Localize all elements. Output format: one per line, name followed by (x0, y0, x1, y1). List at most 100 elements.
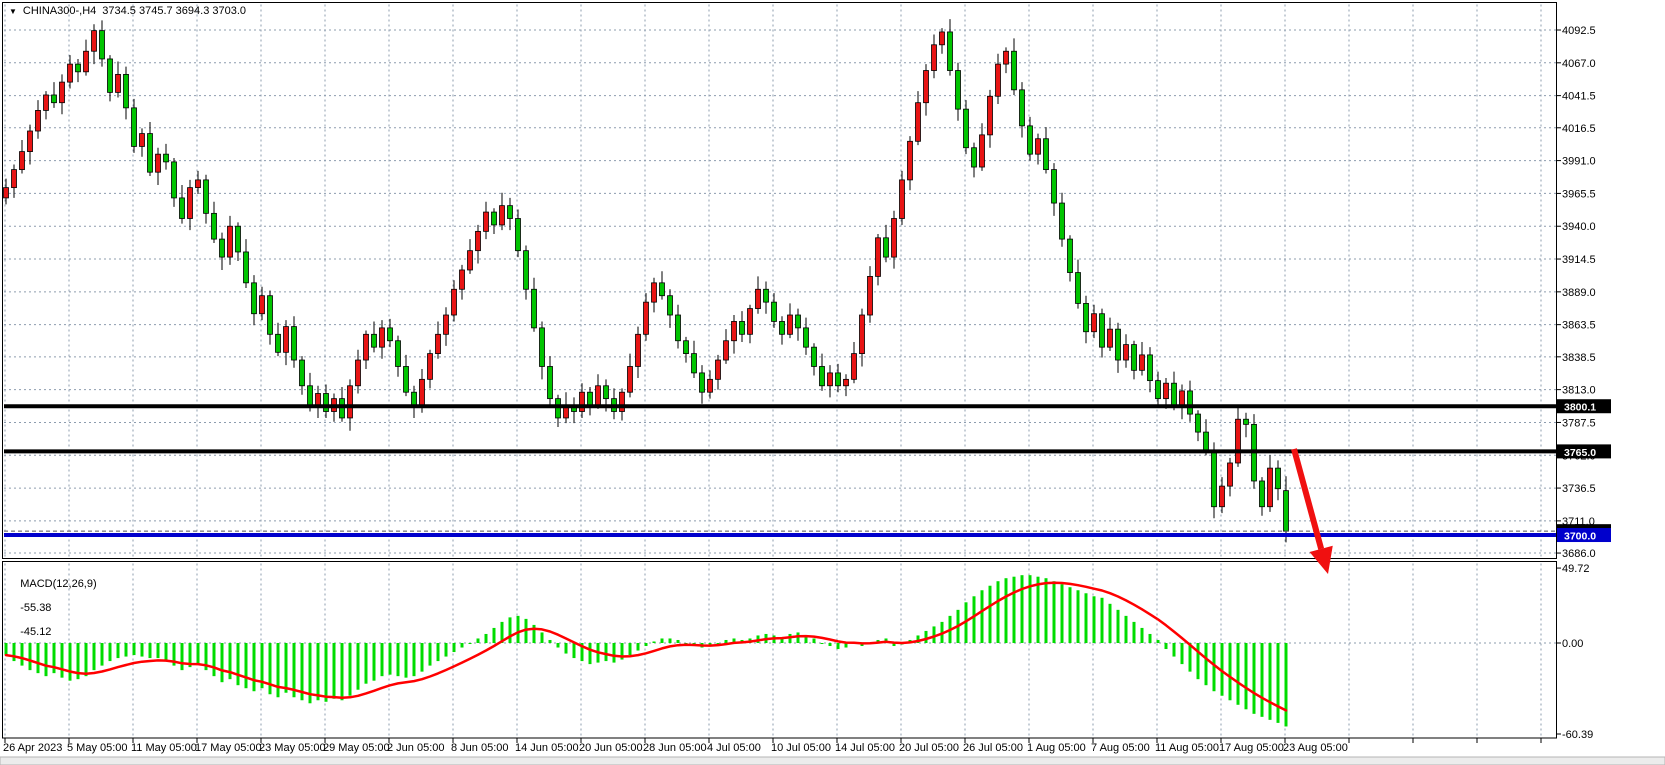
macd-signal-value: -45.12 (20, 626, 51, 638)
candle-body (444, 315, 449, 334)
candle-body (76, 64, 81, 72)
macd-histogram-bar (1101, 598, 1104, 643)
candle-body (20, 152, 25, 170)
candle-body (500, 206, 505, 225)
candle-body (932, 45, 937, 71)
candle-body (652, 283, 657, 302)
macd-histogram-bar (349, 643, 352, 696)
candle-body (412, 392, 417, 405)
macd-histogram-bar (981, 590, 984, 643)
candle-body (1188, 391, 1193, 414)
candle-body (516, 219, 521, 251)
candle-body (972, 148, 977, 167)
candle-body (340, 399, 345, 418)
candle-body (532, 289, 537, 328)
candle-body (1148, 355, 1153, 381)
candle-body (156, 154, 161, 172)
macd-histogram-bar (101, 643, 104, 666)
candlestick-chart-canvas[interactable]: 26 Apr 20235 May 05:0011 May 05:0017 May… (0, 0, 1665, 765)
price-axis-label: 4016.5 (1562, 123, 1596, 135)
candle-body (924, 71, 929, 103)
candle-body (1060, 203, 1065, 239)
macd-histogram-bar (461, 643, 464, 648)
macd-histogram-bar (477, 638, 480, 643)
candle-body (140, 134, 145, 147)
candle-body (780, 321, 785, 334)
candle-body (580, 392, 585, 411)
time-axis-label: 26 Jul 05:00 (963, 742, 1023, 754)
macd-histogram-bar (1013, 577, 1016, 643)
macd-histogram-bar (797, 632, 800, 643)
bottom-scroll-strip[interactable] (0, 757, 1665, 765)
candle-body (1116, 329, 1121, 360)
candle-body (388, 328, 393, 341)
macd-indicator-label: MACD(12,26,9) -55.38 -45.12 (8, 566, 97, 650)
candle-body (828, 373, 833, 386)
candle-body (100, 31, 105, 59)
macd-histogram-bar (557, 643, 560, 648)
candle-body (588, 392, 593, 405)
macd-histogram-bar (277, 643, 280, 697)
macd-histogram-bar (1269, 643, 1272, 720)
candle-body (892, 219, 897, 258)
macd-histogram-bar (325, 643, 328, 702)
candle-body (604, 386, 609, 399)
candle-body (772, 302, 777, 321)
macd-histogram-bar (1237, 643, 1240, 705)
macd-histogram-bar (813, 638, 816, 643)
macd-histogram-bar (1125, 616, 1128, 643)
time-axis-label: 7 Aug 05:00 (1091, 742, 1150, 754)
macd-histogram-bar (157, 643, 160, 658)
macd-histogram-bar (629, 643, 632, 655)
macd-histogram-bar (181, 643, 184, 670)
macd-axis-label: 0.00 (1562, 638, 1583, 650)
candle-body (188, 188, 193, 219)
candle-body (452, 289, 457, 315)
candle-body (884, 238, 889, 257)
candle-body (988, 96, 993, 135)
candle-body (268, 296, 273, 335)
macd-histogram-bar (1005, 578, 1008, 643)
macd-histogram-bar (133, 643, 136, 655)
macd-histogram-bar (317, 643, 320, 700)
macd-histogram-bar (109, 643, 112, 661)
candle-body (396, 341, 401, 367)
candle-body (1012, 51, 1017, 90)
price-axis-label: 3914.5 (1562, 254, 1596, 266)
macd-histogram-bar (357, 643, 360, 690)
candle-body (716, 360, 721, 379)
candle-body (1076, 273, 1081, 304)
macd-histogram-bar (1197, 643, 1200, 679)
candle-body (468, 251, 473, 270)
candle-body (692, 354, 697, 373)
time-axis-label: 14 Jun 05:00 (515, 742, 579, 754)
candle-body (964, 109, 969, 148)
time-axis-label: 17 Aug 05:00 (1219, 742, 1284, 754)
candle-body (1036, 139, 1041, 154)
time-axis-label: 11 Aug 05:00 (1155, 742, 1219, 754)
candle-body (1268, 468, 1273, 507)
time-axis-label: 14 Jul 05:00 (835, 742, 895, 754)
candle-body (212, 213, 217, 239)
macd-histogram-bar (1245, 643, 1248, 709)
candle-body (836, 373, 841, 386)
level-price-box-label: 3765.0 (1564, 447, 1596, 459)
candle-body (524, 251, 529, 290)
macd-histogram-bar (149, 643, 152, 658)
macd-histogram-bar (589, 643, 592, 664)
candle-body (820, 366, 825, 385)
candle-body (668, 296, 673, 315)
candle-body (1228, 463, 1233, 486)
candle-body (740, 321, 745, 334)
time-axis-label: 1 Aug 05:00 (1027, 742, 1086, 754)
candle-body (308, 386, 313, 407)
collapse-indicator-icon[interactable]: ▼ (9, 6, 17, 17)
macd-histogram-bar (1157, 640, 1160, 643)
candle-body (1276, 468, 1281, 489)
macd-histogram-bar (285, 643, 288, 693)
candle-body (844, 379, 849, 385)
price-axis-label: 3965.5 (1562, 188, 1596, 200)
macd-histogram-bar (1069, 587, 1072, 643)
candle-body (1284, 491, 1289, 532)
macd-histogram-bar (1045, 578, 1048, 643)
